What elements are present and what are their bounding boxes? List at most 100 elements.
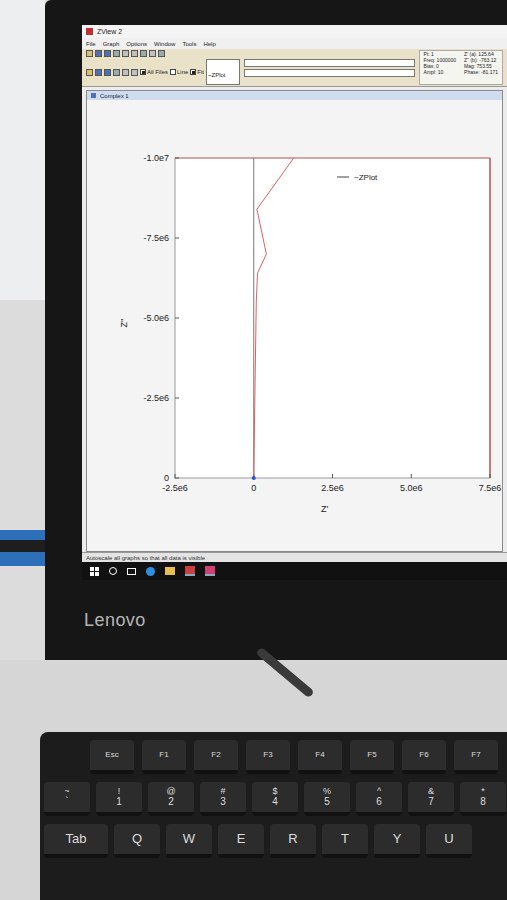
file-explorer-icon[interactable]	[165, 567, 175, 575]
toolbar-checkbox[interactable]: Line	[170, 69, 188, 76]
check-mark-icon	[192, 71, 195, 74]
plot-select[interactable]: ~ZPlot	[206, 59, 240, 85]
screen: ZView 2FileGraphOptionsWindowToolsHelpAl…	[82, 25, 507, 580]
toolbar-button-icon[interactable]	[158, 50, 165, 57]
background-wall	[0, 0, 45, 660]
toolbar-button-icon[interactable]	[86, 69, 93, 76]
keyboard-key[interactable]: U	[426, 824, 472, 858]
photo-frame: ZView 2FileGraphOptionsWindowToolsHelpAl…	[0, 0, 507, 900]
keyboard-key[interactable]: ^6	[356, 782, 402, 816]
keyboard-key[interactable]: T	[322, 824, 368, 858]
taskbar	[82, 562, 507, 580]
dropdown-field[interactable]	[244, 69, 415, 77]
keyboard-key[interactable]: @2	[148, 782, 194, 816]
lab-device	[0, 300, 45, 660]
toolbar-button-icon[interactable]	[113, 50, 120, 57]
menu-item[interactable]: Tools	[182, 40, 196, 48]
toolbar-button-icon[interactable]	[95, 69, 102, 76]
toolbar-button-icon[interactable]	[131, 69, 138, 76]
keyboard-key[interactable]: Esc	[90, 740, 134, 774]
keyboard-key[interactable]: Q	[114, 824, 160, 858]
keyboard-key[interactable]: F2	[194, 740, 238, 774]
keyboard-key[interactable]: #3	[200, 782, 246, 816]
keyboard-key[interactable]: F3	[246, 740, 290, 774]
menu-item[interactable]: Graph	[103, 40, 120, 48]
y-tick: 0	[164, 473, 179, 483]
svg-text:-1.0e7: -1.0e7	[143, 153, 169, 163]
svg-text:-2.5e6: -2.5e6	[162, 483, 188, 493]
keyboard-key[interactable]: Y	[374, 824, 420, 858]
toolbar-button-icon[interactable]	[104, 69, 111, 76]
x-axis-label: Z'	[321, 504, 328, 514]
zview-icon[interactable]	[185, 566, 195, 576]
y-tick: -5.0e6	[143, 313, 179, 323]
graph-window-title: Complex 1	[87, 91, 502, 100]
data-series: ~ZPlot	[252, 158, 378, 480]
zview-plot-icon[interactable]	[205, 566, 215, 576]
toolbar-button-icon[interactable]	[122, 50, 129, 57]
x-tick: 5.0e6	[400, 474, 423, 493]
toolbar-button-icon[interactable]	[95, 50, 102, 57]
y-tick: -7.5e6	[143, 233, 179, 243]
svg-text:2.5e6: 2.5e6	[321, 483, 344, 493]
toolbar-button-icon[interactable]	[131, 50, 138, 57]
toolbar: All FilesLineFit~ZPlotPt: 1Freq: 1000000…	[82, 49, 507, 87]
monitor: ZView 2FileGraphOptionsWindowToolsHelpAl…	[45, 0, 507, 660]
keyboard-key[interactable]: R	[270, 824, 316, 858]
readout-value: Pt: 1	[424, 51, 457, 57]
readout-value: Phase: -81.171	[464, 69, 498, 75]
toolbar-button-icon[interactable]	[86, 50, 93, 57]
edge-browser-icon[interactable]	[146, 567, 155, 576]
keyboard-key[interactable]: Tab	[44, 824, 108, 858]
toolbar-button-icon[interactable]	[149, 50, 156, 57]
plot-area	[175, 158, 490, 478]
keyboard-key[interactable]: F7	[454, 740, 498, 774]
x-tick: -2.5e6	[162, 474, 188, 493]
monitor-bezel: Lenovo	[82, 580, 507, 660]
keyboard-key[interactable]: ~`	[44, 782, 90, 816]
status-bar: Autoscale all graphs so that all data is…	[82, 552, 507, 562]
toolbar-button-icon[interactable]	[113, 69, 120, 76]
keyboard-key[interactable]: F5	[350, 740, 394, 774]
x-tick: 0	[251, 474, 256, 493]
keyboard-key[interactable]: *8	[460, 782, 506, 816]
data-point	[252, 476, 256, 480]
keyboard-key[interactable]: %5	[304, 782, 350, 816]
graph-window: Complex 1-1.0e7-7.5e6-5.0e6-2.5e60-2.5e6…	[86, 90, 503, 552]
keyboard-key[interactable]: F4	[298, 740, 342, 774]
nyquist-chart: -1.0e7-7.5e6-5.0e6-2.5e60-2.5e602.5e65.0…	[87, 100, 502, 540]
menu-item[interactable]: Options	[126, 40, 147, 48]
windows-start-icon[interactable]	[90, 567, 99, 576]
svg-text:0: 0	[164, 473, 169, 483]
toolbar-button-icon[interactable]	[122, 69, 129, 76]
y-axis-label: Z''	[119, 318, 129, 327]
search-icon[interactable]	[109, 567, 117, 575]
desk: EscF1F2F3F4F5F6F7 ~`!1@2#3$4%5^6&7*8 TabQW…	[0, 660, 507, 900]
toolbar-button-icon[interactable]	[140, 50, 147, 57]
svg-text:7.5e6: 7.5e6	[479, 483, 502, 493]
toolbar-checkbox[interactable]: All Files	[140, 69, 168, 76]
keyboard-key[interactable]: E	[218, 824, 264, 858]
menu-item[interactable]: Window	[154, 40, 175, 48]
keyboard-key[interactable]: W	[166, 824, 212, 858]
y-tick: -2.5e6	[143, 393, 179, 403]
readout-value: Bias: 0	[424, 63, 457, 69]
keyboard-key[interactable]: F1	[142, 740, 186, 774]
svg-text:-5.0e6: -5.0e6	[143, 313, 169, 323]
svg-text:5.0e6: 5.0e6	[400, 483, 423, 493]
menu-item[interactable]: File	[86, 40, 96, 48]
app-icon	[86, 28, 93, 35]
svg-text:~ZPlot: ~ZPlot	[354, 173, 378, 182]
keyboard: EscF1F2F3F4F5F6F7 ~`!1@2#3$4%5^6&7*8 TabQW…	[40, 732, 507, 900]
toolbar-button-icon[interactable]	[104, 50, 111, 57]
dropdown-field[interactable]	[244, 59, 415, 67]
keyboard-key[interactable]: !1	[96, 782, 142, 816]
keyboard-key[interactable]: &7	[408, 782, 454, 816]
task-view-icon[interactable]	[127, 568, 136, 575]
y-tick: -1.0e7	[143, 153, 179, 163]
keyboard-key[interactable]: F6	[402, 740, 446, 774]
readout-value: Ampl: 10	[424, 69, 457, 75]
toolbar-checkbox[interactable]: Fit	[190, 69, 204, 76]
keyboard-key[interactable]: $4	[252, 782, 298, 816]
menu-item[interactable]: Help	[203, 40, 215, 48]
